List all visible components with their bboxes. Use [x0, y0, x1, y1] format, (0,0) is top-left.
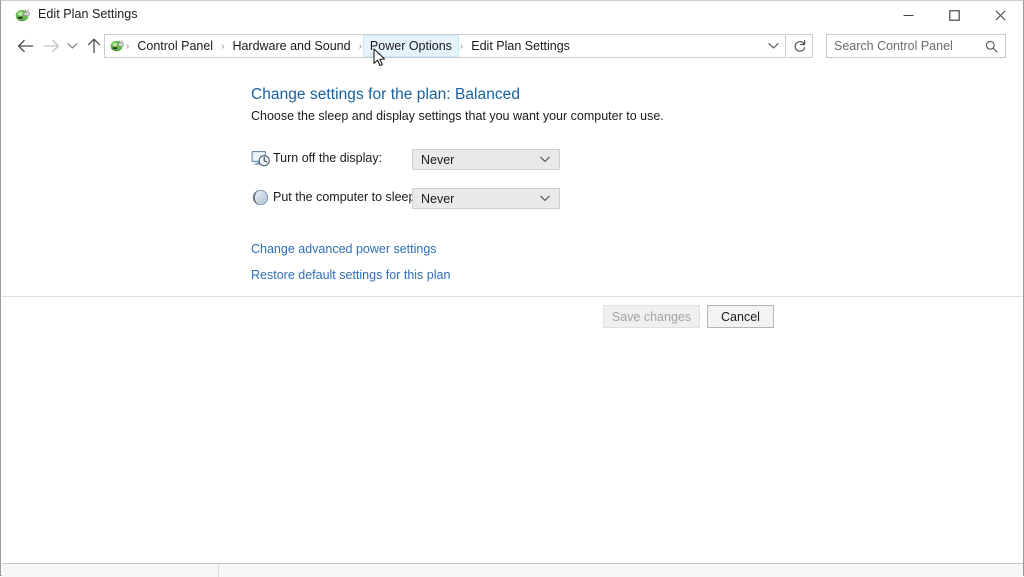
page-title: Change settings for the plan: Balanced — [251, 86, 521, 103]
maximize-button[interactable] — [931, 1, 977, 30]
setting-label-put-computer-to-sleep: Put the computer to sleep: — [273, 190, 419, 204]
maximize-icon — [948, 10, 960, 21]
cancel-button[interactable]: Cancel — [707, 305, 774, 328]
status-bar-separator — [218, 564, 219, 577]
turn-off-display-dropdown[interactable]: Never — [412, 149, 560, 170]
close-icon — [994, 10, 1006, 21]
search-input[interactable] — [834, 36, 974, 56]
title-bar: Edit Plan Settings — [1, 1, 1023, 31]
moon-sleep-icon — [251, 188, 270, 207]
breadcrumb-power-options[interactable]: Power Options — [362, 35, 459, 57]
put-computer-to-sleep-dropdown[interactable]: Never — [412, 188, 560, 209]
turn-off-display-value: Never — [421, 152, 455, 167]
up-arrow-icon — [87, 38, 101, 54]
recent-locations-button[interactable] — [62, 32, 82, 60]
forward-button[interactable] — [38, 32, 64, 60]
put-computer-to-sleep-value: Never — [421, 191, 455, 206]
address-bar-dropdown-button[interactable] — [761, 35, 785, 57]
recent-locations-chevron-icon — [66, 43, 78, 49]
address-bar[interactable]: › Control Panel › Hardware and Sound › P… — [104, 34, 786, 58]
refresh-button[interactable] — [787, 34, 813, 58]
address-bar-power-plan-icon — [109, 38, 125, 54]
back-arrow-icon — [17, 39, 33, 53]
setting-label-turn-off-display: Turn off the display: — [273, 151, 383, 165]
back-button[interactable] — [12, 32, 38, 60]
refresh-icon — [794, 40, 805, 52]
restore-default-settings-link[interactable]: Restore default settings for this plan — [251, 268, 450, 282]
breadcrumb-edit-plan-settings[interactable]: Edit Plan Settings — [464, 35, 577, 57]
display-clock-icon — [251, 149, 270, 168]
button-bar: Save changes Cancel — [2, 297, 1023, 336]
chevron-down-icon — [540, 155, 550, 165]
chevron-down-icon — [767, 43, 779, 49]
content-pane: Change settings for the plan: Balanced C… — [2, 65, 1023, 296]
change-advanced-power-settings-link[interactable]: Change advanced power settings — [251, 242, 437, 256]
window-title: Edit Plan Settings — [38, 7, 138, 21]
breadcrumb-control-panel[interactable]: Control Panel — [130, 35, 220, 57]
save-changes-button[interactable]: Save changes — [603, 305, 700, 328]
minimize-button[interactable] — [885, 1, 931, 30]
close-button[interactable] — [977, 1, 1023, 30]
search-box[interactable] — [826, 34, 1006, 58]
chevron-down-icon — [540, 194, 550, 204]
lower-blank-pane — [2, 336, 1023, 563]
search-icon[interactable] — [984, 39, 998, 53]
edit-plan-settings-window: Edit Plan Settings › Control Panel › Har… — [0, 0, 1024, 577]
page-subtitle: Choose the sleep and display settings th… — [251, 109, 664, 123]
minimize-icon — [903, 15, 913, 16]
forward-arrow-icon — [43, 39, 59, 53]
power-plan-icon — [14, 7, 31, 24]
status-bar — [2, 563, 1023, 577]
navigation-bar: › Control Panel › Hardware and Sound › P… — [1, 30, 1023, 64]
breadcrumb-hardware-and-sound[interactable]: Hardware and Sound — [225, 35, 357, 57]
